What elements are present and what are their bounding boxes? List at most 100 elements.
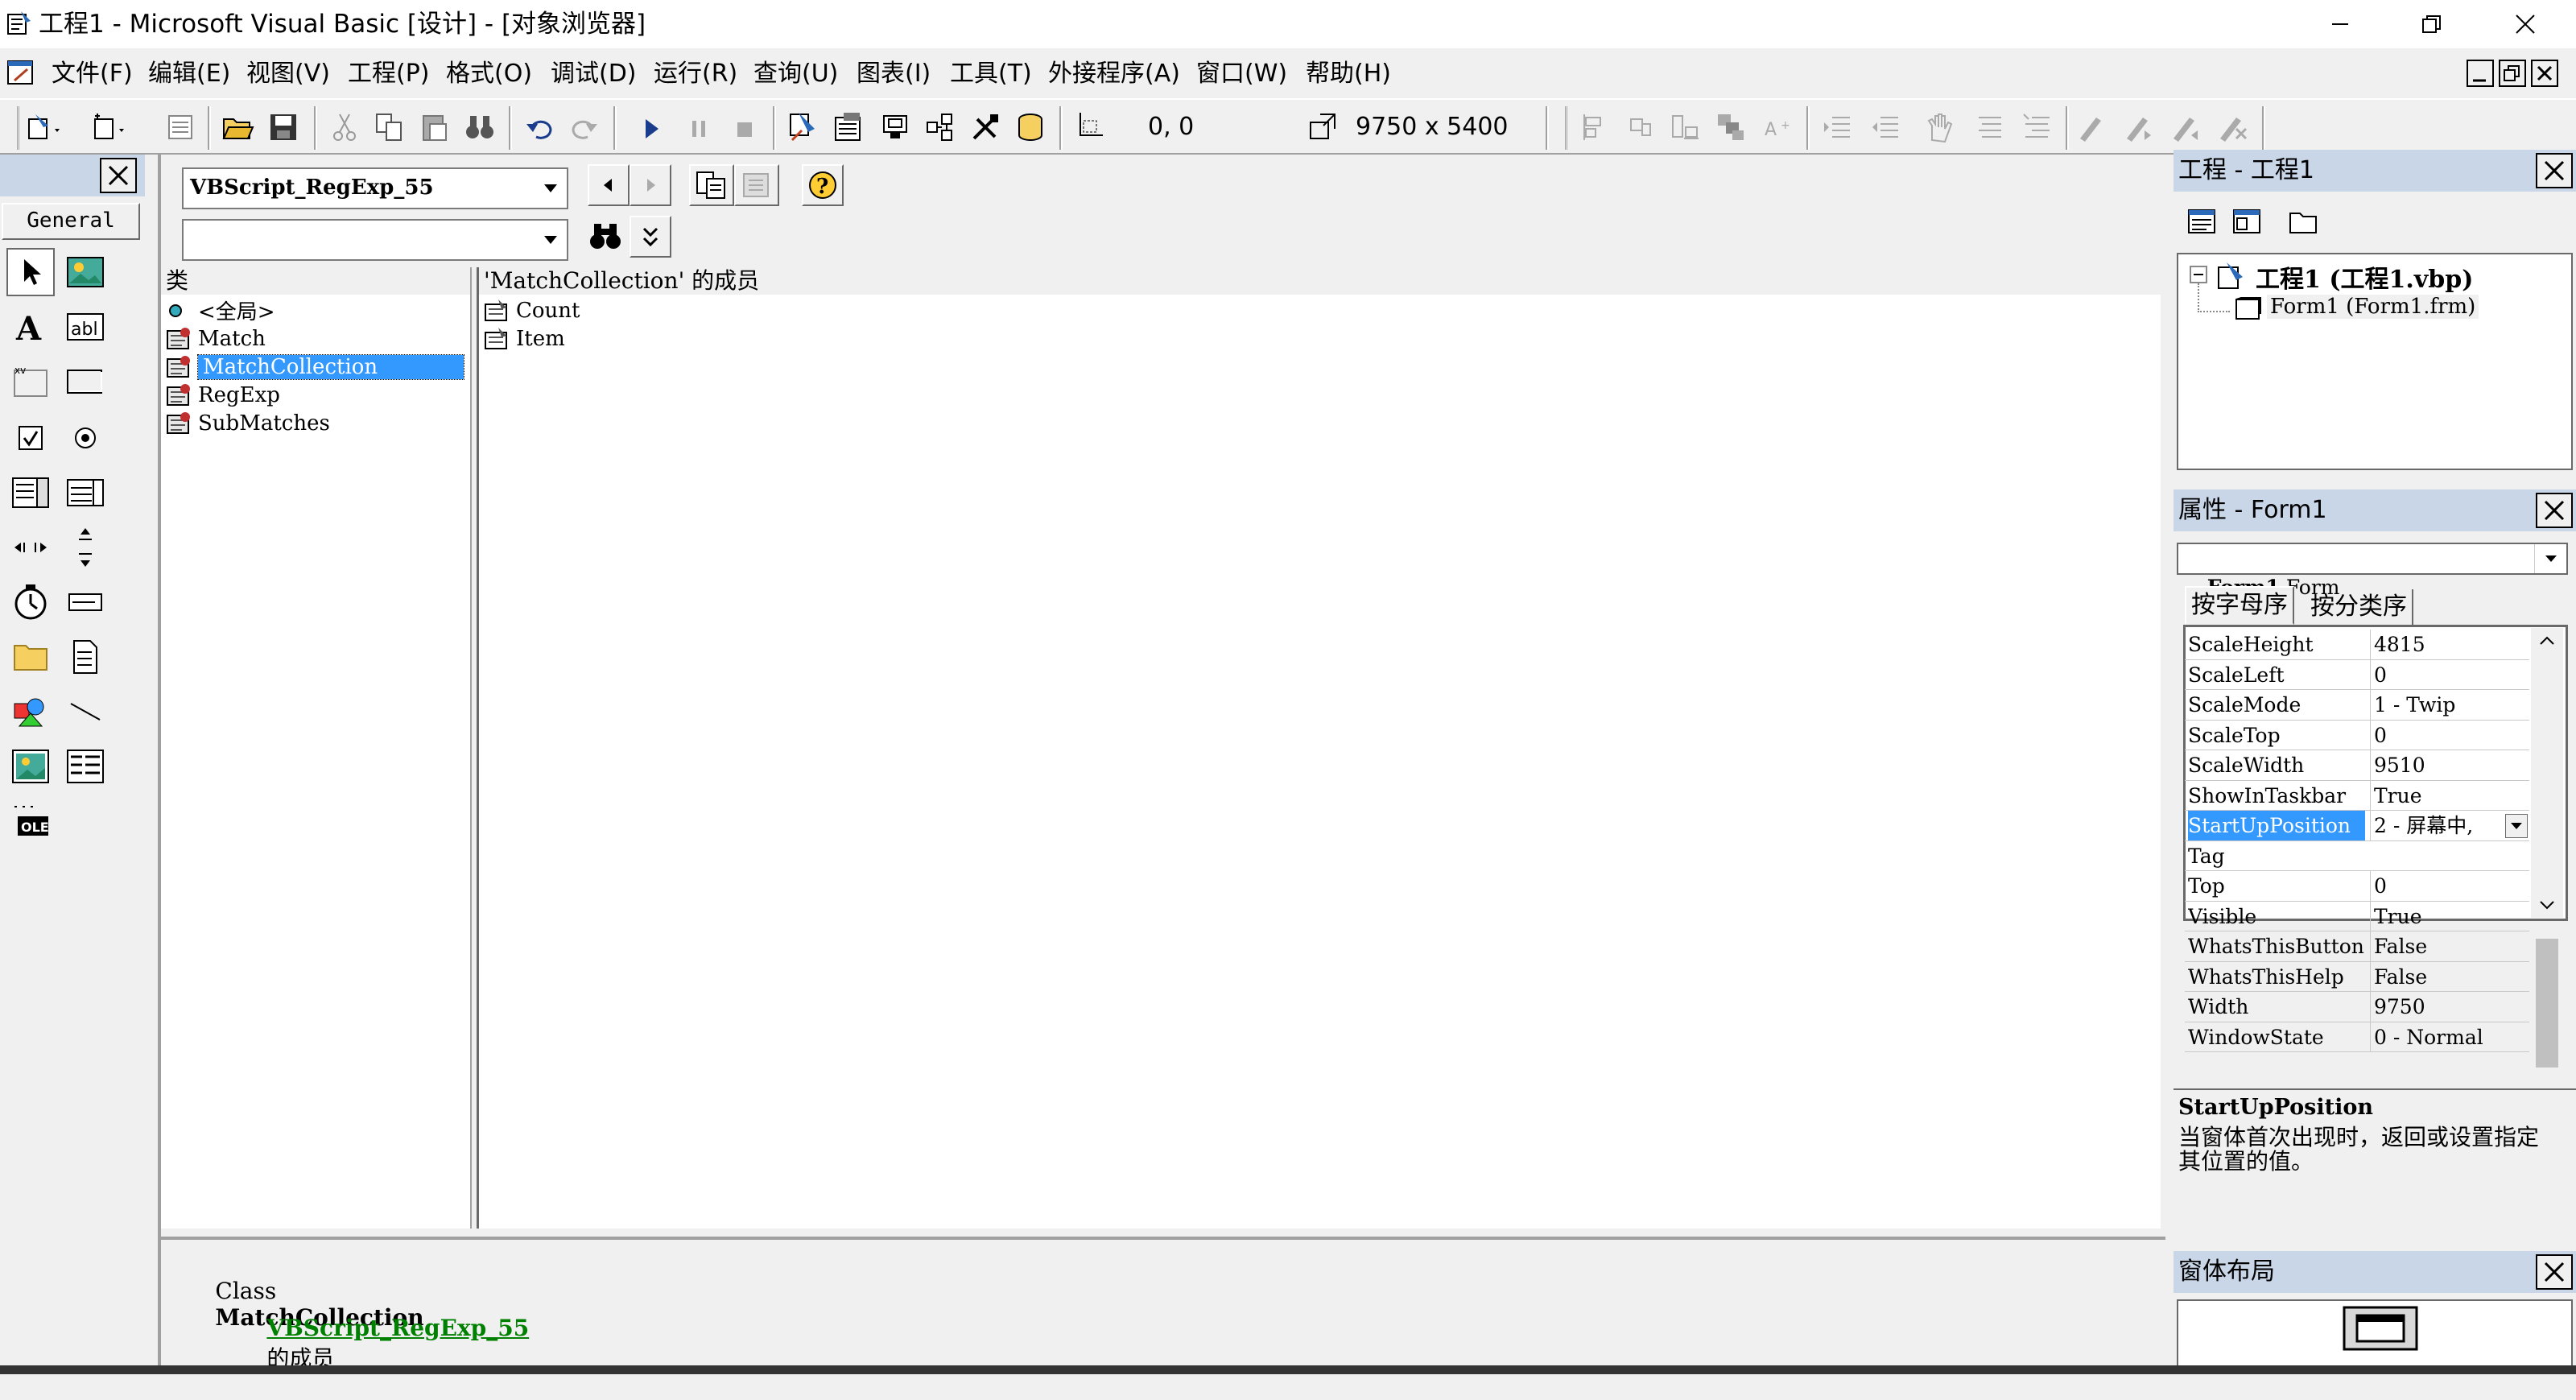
menu-edit[interactable]: 编辑(E) [148,60,230,89]
mdi-restore-button[interactable] [2499,60,2526,87]
next-bookmark-button[interactable] [2120,109,2156,145]
property-row[interactable]: WindowState 0 - Normal [2185,1022,2529,1052]
optionbutton-tool[interactable] [61,414,109,462]
class-list-item[interactable]: <全局> [164,296,275,324]
vscrollbar-tool[interactable] [61,523,109,572]
menu-query[interactable]: 查询(U) [753,60,838,89]
property-row[interactable]: Visible True [2185,901,2529,931]
property-row[interactable]: Top 0 [2185,871,2529,902]
bookmark-toggle-button[interactable] [2074,109,2109,145]
mdi-minimize-button[interactable] [2467,60,2494,87]
project-explorer-button[interactable] [786,109,821,145]
shape-tool[interactable] [6,688,55,736]
object-browser-button[interactable] [923,109,958,145]
filelistbox-tool[interactable] [61,633,109,681]
start-button[interactable] [634,109,670,145]
dirlistbox-tool[interactable] [6,633,55,681]
property-row[interactable]: ScaleLeft 0 [2185,659,2529,690]
frame-tool[interactable]: xv [6,357,55,406]
tab-categorized[interactable]: 按分类序 [2306,589,2413,625]
member-list-item[interactable]: Item [482,324,565,353]
menu-diagram[interactable]: 图表(I) [857,60,931,89]
line-tool[interactable] [61,688,109,736]
toolbox-button[interactable] [968,109,1003,145]
class-list-item[interactable]: MatchCollection [164,353,464,381]
menu-debug[interactable]: 调试(D) [551,60,637,89]
font-size-button[interactable]: A + [1760,109,1795,145]
monitor-icon[interactable] [2343,1306,2418,1351]
checkbox-tool[interactable] [6,414,55,462]
property-value[interactable]: 0 - Normal [2370,1022,2529,1052]
toolbox-close-button[interactable] [100,158,137,193]
drivelistbox-tool[interactable] [61,578,109,626]
properties-close-button[interactable] [2536,493,2573,528]
view-object-button[interactable] [2227,201,2267,242]
collapse-icon[interactable] [2190,266,2207,283]
hscrollbar-tool[interactable] [6,523,55,572]
class-list-item[interactable]: SubMatches [164,409,330,437]
property-value[interactable]: 1 - Twip [2370,690,2529,720]
commandbutton-tool[interactable] [61,357,109,406]
help-button[interactable]: ? [802,164,844,206]
find-button[interactable] [462,109,497,145]
property-row[interactable]: ScaleHeight 4815 [2185,630,2529,660]
class-list-item[interactable]: RegExp [164,381,280,409]
cut-button[interactable] [327,109,362,145]
copy-button[interactable] [372,109,407,145]
center-button[interactable] [1623,109,1658,145]
class-list-item[interactable]: Match [164,324,266,353]
properties-title[interactable]: 属性 - Form1 [2174,489,2576,531]
menu-file[interactable]: 文件(F) [52,60,133,89]
copy-to-clipboard-button[interactable] [689,164,734,206]
chevron-down-icon[interactable] [2531,894,2563,918]
make-same-size-button[interactable] [1668,109,1703,145]
data-view-button[interactable] [1013,109,1048,145]
property-value[interactable]: True [2370,780,2529,811]
property-grid-scrollbar[interactable] [2531,628,2563,1068]
save-project-button[interactable] [266,109,301,145]
toolbar-grip[interactable] [1565,106,1573,150]
minimize-button[interactable] [2302,0,2378,48]
group-button[interactable] [1713,109,1748,145]
comment-block-button[interactable] [1972,109,2008,145]
menu-run[interactable]: 运行(R) [654,60,737,89]
property-value[interactable]: False [2370,961,2529,992]
label-tool[interactable]: A [6,303,55,351]
tab-alphabetic[interactable]: 按字母序 [2185,586,2294,625]
form-layout-button[interactable] [877,109,913,145]
menu-project[interactable]: 工程(P) [348,60,430,89]
close-button[interactable] [2487,0,2563,48]
align-lefts-button[interactable] [1578,109,1613,145]
property-row[interactable]: StartUpPosition 2 - 屏幕中, [2185,811,2529,841]
property-value[interactable]: 0 [2370,659,2529,690]
chevron-down-icon[interactable] [535,221,567,259]
paste-button[interactable] [417,109,452,145]
property-value[interactable]: 0 [2370,720,2529,750]
listbox-tool[interactable] [61,469,109,517]
end-button[interactable] [726,109,762,145]
property-value[interactable]: 4815 [2370,630,2529,659]
outdent-button[interactable] [1868,109,1903,145]
menu-tools[interactable]: 工具(T) [950,60,1032,89]
scrollbar-thumb[interactable] [2536,939,2558,1068]
pointer-tool[interactable] [6,248,55,296]
library-combo[interactable]: VBScript_RegExp_55 [182,167,568,209]
property-row[interactable]: Width 9750 [2185,992,2529,1022]
form-icon[interactable] [6,58,37,87]
breakpoint-button[interactable] [1922,109,1958,145]
property-value[interactable]: False [2370,931,2529,961]
menu-addins[interactable]: 外接程序(A) [1048,60,1180,89]
property-value[interactable]: 0 [2370,871,2529,901]
redo-button[interactable] [567,109,602,145]
menu-window[interactable]: 窗口(W) [1196,60,1287,89]
member-list-item[interactable]: Count [482,296,580,324]
chevron-down-icon[interactable] [2534,544,2566,573]
toolbar-grip[interactable] [11,106,19,150]
open-project-button[interactable] [221,109,256,145]
form-layout-close-button[interactable] [2536,1254,2573,1290]
vb-app-icon[interactable] [6,10,34,37]
project-close-button[interactable] [2536,153,2573,188]
timer-tool[interactable] [6,578,55,626]
project-root-node[interactable]: 工程1 (工程1.vbp) [2256,259,2473,295]
menu-format[interactable]: 格式(O) [446,60,532,89]
